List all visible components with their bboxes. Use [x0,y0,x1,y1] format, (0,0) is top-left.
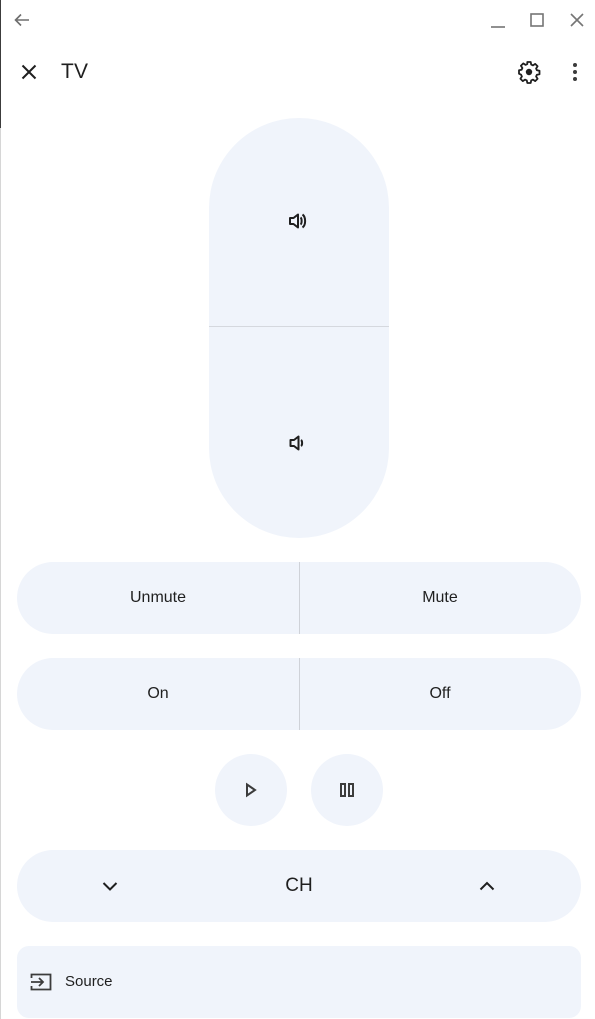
window-edge [0,0,1,1019]
channel-up-button[interactable] [458,866,516,906]
page-title: TV [61,60,89,83]
minimize-icon [491,26,505,28]
power-control: On Off [17,658,581,730]
volume-down-button[interactable] [209,328,389,537]
mute-button[interactable]: Mute [299,562,581,634]
channel-control: CH [17,850,581,922]
source-button[interactable]: Source [17,946,581,1018]
minimize-button[interactable] [484,6,512,34]
more-options-button[interactable] [560,56,590,88]
app-bar: TV [0,50,595,94]
close-remote-button[interactable] [13,56,45,88]
volume-up-button[interactable] [209,118,389,327]
maximize-button[interactable] [523,6,551,34]
source-label: Source [65,973,113,990]
volume-down-icon [289,435,304,451]
mute-control: Unmute Mute [17,562,581,634]
maximize-icon [530,13,544,27]
back-button[interactable] [8,6,36,34]
arrow-back-icon [14,13,29,27]
chevron-up-icon [479,881,495,891]
window-titlebar [0,0,595,40]
volume-rocker [209,118,389,538]
more-vert-icon [573,63,577,81]
volume-divider [209,326,389,327]
input-icon [30,973,52,991]
chevron-down-icon [102,882,118,891]
window-close-button[interactable] [563,6,591,34]
power-off-button[interactable]: Off [299,658,581,730]
volume-up-icon [289,213,307,229]
play-icon [246,782,257,798]
close-icon [570,13,584,27]
settings-button[interactable] [512,56,546,88]
play-button[interactable] [215,754,287,826]
close-icon [21,64,37,80]
pause-icon [340,783,354,797]
channel-down-button[interactable] [81,866,139,906]
unmute-button[interactable]: Unmute [17,562,299,634]
power-on-button[interactable]: On [17,658,299,730]
pause-button[interactable] [311,754,383,826]
settings-gear-icon [518,61,541,84]
